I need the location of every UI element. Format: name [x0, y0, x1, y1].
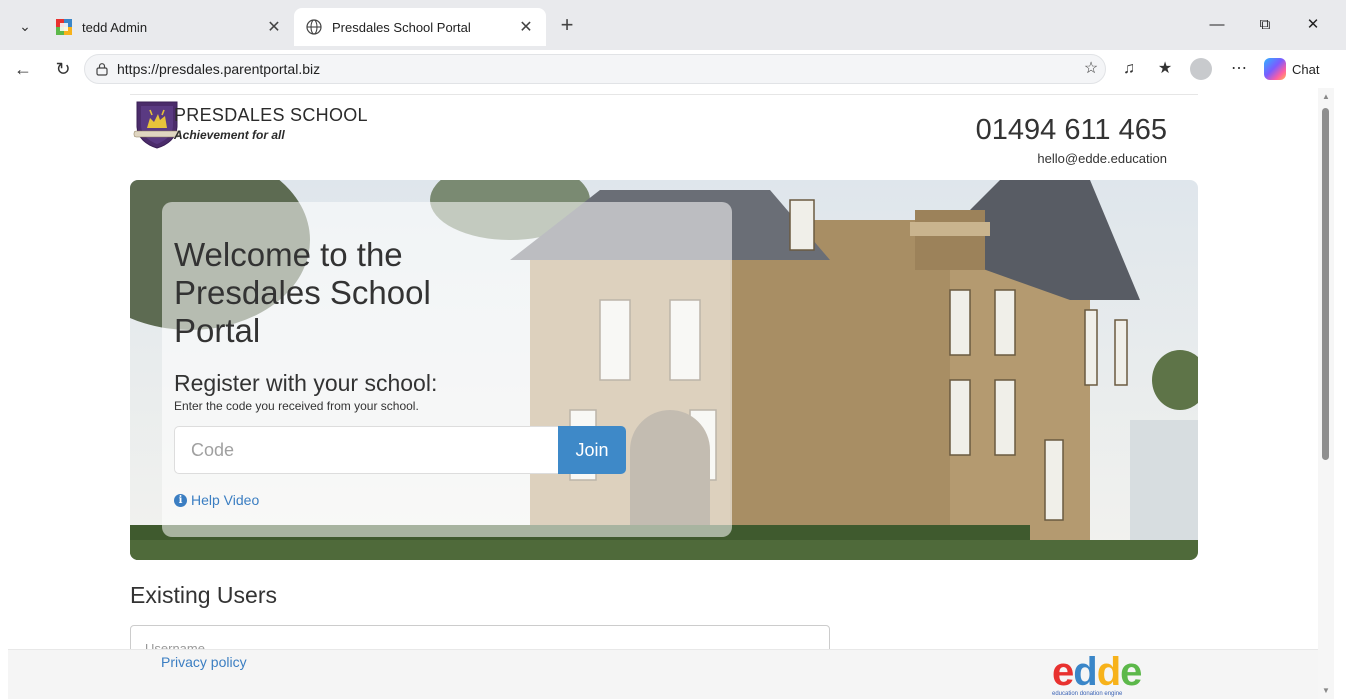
tab-presdales-portal[interactable]: Presdales School Portal ✕	[294, 8, 546, 46]
more-options-icon[interactable]: ⋯	[1228, 58, 1250, 80]
url-field[interactable]: https://presdales.parentportal.biz	[84, 54, 1106, 84]
chat-label: Chat	[1292, 61, 1320, 77]
privacy-policy-link[interactable]: Privacy policy	[161, 654, 247, 670]
read-aloud-icon[interactable]: ♫	[1118, 58, 1140, 80]
register-instructions: Enter the code you received from your sc…	[174, 399, 419, 413]
copilot-icon	[1264, 58, 1286, 80]
edde-logo[interactable]: edde education donation engine	[1052, 652, 1167, 699]
hero-banner: Welcome to the Presdales School Portal R…	[130, 180, 1198, 560]
tab-title: Presdales School Portal	[332, 19, 471, 35]
scroll-up-arrow-icon[interactable]: ▲	[1322, 92, 1330, 101]
contact-phone: 01494 611 465	[975, 114, 1167, 146]
join-button[interactable]: Join	[558, 426, 626, 474]
school-tagline: Achievement for all	[174, 128, 285, 142]
welcome-heading: Welcome to the Presdales School Portal	[174, 236, 431, 349]
register-heading: Register with your school:	[174, 370, 438, 396]
globe-icon	[306, 19, 322, 35]
favorites-list-icon[interactable]: ★	[1154, 58, 1176, 80]
header-divider	[130, 94, 1198, 95]
new-tab-plus-icon[interactable]: +	[556, 14, 578, 36]
scroll-down-arrow-icon[interactable]: ▼	[1322, 686, 1330, 695]
page-viewport: PRESDALES SCHOOL Achievement for all 014…	[8, 88, 1318, 699]
refresh-icon[interactable]: ↻	[52, 58, 74, 80]
close-tab-icon[interactable]: ✕	[518, 17, 534, 37]
back-arrow-icon[interactable]: ←	[12, 58, 34, 80]
tedd-favicon-icon	[56, 19, 72, 35]
info-icon: i	[174, 493, 187, 507]
profile-avatar[interactable]	[1190, 58, 1212, 80]
window-close-icon[interactable]: ✕	[1300, 14, 1326, 36]
favorite-star-icon[interactable]: ☆	[1080, 58, 1102, 80]
help-video-link[interactable]: i Help Video	[174, 492, 259, 508]
page-footer: Privacy policy edde education donation e…	[8, 649, 1318, 699]
minimize-icon[interactable]: —	[1204, 14, 1230, 36]
tab-title: tedd Admin	[82, 19, 148, 35]
site-info-icon[interactable]	[95, 62, 109, 76]
school-name: PRESDALES SCHOOL	[174, 105, 368, 125]
copilot-chat-button[interactable]: Chat	[1264, 55, 1319, 83]
scrollbar-thumb[interactable]	[1322, 108, 1329, 460]
page-scrollbar[interactable]: ▲ ▼	[1318, 88, 1334, 699]
school-code-input[interactable]	[174, 426, 558, 474]
close-tab-icon[interactable]: ✕	[266, 17, 282, 37]
help-video-label: Help Video	[191, 492, 260, 508]
tab-actions-chevron-icon[interactable]: ⌄	[14, 15, 36, 37]
url-text: https://presdales.parentportal.biz	[117, 61, 321, 77]
existing-users-heading: Existing Users	[130, 582, 277, 608]
browser-tab-strip: ⌄ tedd Admin ✕ Presdales School Portal ✕…	[0, 0, 1346, 50]
address-bar-row: ← ↻ https://presdales.parentportal.biz ☆…	[0, 50, 1346, 88]
tab-tedd-admin[interactable]: tedd Admin ✕	[44, 8, 294, 46]
edde-logo-caption: education donation engine	[1052, 691, 1123, 697]
restore-icon[interactable]: ⧉	[1252, 14, 1278, 36]
contact-email: hello@edde.education	[1037, 151, 1167, 166]
